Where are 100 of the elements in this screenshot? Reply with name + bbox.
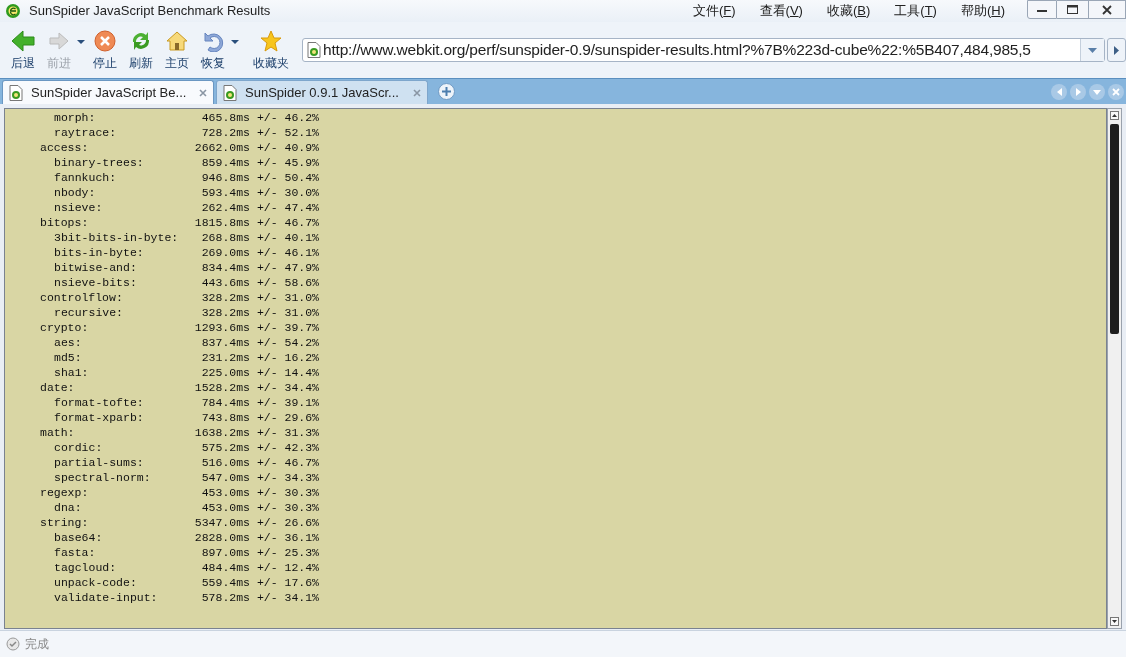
result-value: 834.4ms +/- 47.9% (200, 260, 319, 275)
result-name: aes: (53, 335, 83, 350)
arrow-left-icon (11, 29, 35, 52)
check-circle-icon (6, 637, 20, 651)
result-value: 225.0ms +/- 14.4% (200, 365, 319, 380)
menu-item[interactable]: 文件(F) (692, 1, 736, 21)
address-bar[interactable]: http://www.webkit.org/perf/sunspider-0.9/sunspider-results.html?%7B%223d-cube%22:%5B407,484,985,5 (302, 38, 1105, 62)
page-icon (9, 84, 23, 101)
result-name: dna: (53, 500, 83, 515)
toolbar-button[interactable]: 后退 (6, 28, 40, 72)
result-value: 559.4ms +/- 17.6% (200, 575, 319, 590)
toolbar-button[interactable]: 刷新 (124, 28, 158, 72)
scroll-down-icon (1110, 617, 1119, 626)
close-button[interactable] (1088, 0, 1126, 19)
result-name: sha1: (53, 365, 90, 380)
scroll-up-icon (1110, 111, 1119, 120)
tab-label: SunSpider JavaScript Be... (31, 83, 188, 102)
result-value: 1528.2ms +/- 34.4% (193, 380, 319, 395)
result-name: spectral-norm: (53, 470, 152, 485)
result-name: 3bit-bits-in-byte: (53, 230, 180, 245)
close-icon (199, 88, 207, 97)
tab-scroll-left-button[interactable] (1051, 84, 1067, 100)
result-value: 897.0ms +/- 25.3% (200, 545, 319, 560)
menu-item[interactable]: 工具(T) (894, 1, 937, 21)
home-icon (166, 29, 188, 52)
tab-scroll-right-button[interactable] (1070, 84, 1086, 100)
close-icon (1102, 4, 1112, 15)
close-tab-button[interactable] (412, 87, 422, 98)
result-name: access: (39, 140, 90, 155)
result-value: 2828.0ms +/- 36.1% (193, 530, 319, 545)
result-name: base64: (53, 530, 104, 545)
tab-list-button[interactable] (1089, 84, 1105, 100)
result-value: 5347.0ms +/- 26.6% (193, 515, 319, 530)
caret-icon (1087, 47, 1097, 53)
result-name: format-xparb: (53, 410, 145, 425)
result-name: binary-trees: (53, 155, 145, 170)
result-name: nsieve: (53, 200, 104, 215)
result-name: regexp: (39, 485, 90, 500)
status-text: 完成 (25, 636, 49, 653)
maximize-button[interactable] (1057, 0, 1088, 19)
page-icon (223, 84, 237, 101)
minimize-button[interactable] (1027, 0, 1057, 19)
toolbar-button[interactable]: 停止 (88, 28, 122, 72)
result-value: 453.0ms +/- 30.3% (200, 500, 319, 515)
arrow-right-icon (1113, 45, 1119, 55)
result-value: 946.8ms +/- 50.4% (200, 170, 319, 185)
browser-logo-icon (5, 3, 21, 19)
result-name: unpack-code: (53, 575, 138, 590)
result-value: 328.2ms +/- 31.0% (200, 290, 319, 305)
result-value: 443.6ms +/- 58.6% (200, 275, 319, 290)
result-name: controlflow: (39, 290, 124, 305)
result-value: 578.2ms +/- 34.1% (200, 590, 319, 605)
toolbar-button[interactable]: 主页 (160, 28, 194, 72)
result-value: 465.8ms +/- 46.2% (200, 110, 319, 125)
result-value: 516.0ms +/- 46.7% (200, 455, 319, 470)
toolbar-button[interactable]: 收藏夹 (248, 28, 294, 72)
address-text: http://www.webkit.org/perf/sunspider-0.9/sunspider-results.html?%7B%223d-cube%22:%5B407,484,985,5 (323, 40, 1032, 61)
menu-item[interactable]: 收藏(B) (826, 1, 871, 21)
result-value: 547.0ms +/- 34.3% (200, 470, 319, 485)
result-name: bitops: (39, 215, 90, 230)
close-icon (1112, 88, 1120, 96)
new-tab-button[interactable] (438, 83, 455, 100)
close-tab-button[interactable] (198, 87, 208, 98)
result-name: md5: (53, 350, 83, 365)
browser-tab[interactable]: SunSpider 0.9.1 JavaScr... (216, 80, 428, 104)
result-name: string: (39, 515, 90, 530)
result-name: cordic: (53, 440, 104, 455)
address-dropdown-button[interactable] (1079, 39, 1104, 61)
arrow-right-icon (1075, 88, 1081, 96)
result-name: morph: (53, 110, 97, 125)
scroll-thumb[interactable] (1110, 124, 1119, 334)
close-tab-button[interactable] (1108, 84, 1124, 100)
stop-icon (94, 29, 116, 52)
toolbar-button[interactable]: 恢复 (196, 28, 230, 72)
browser-tab[interactable]: SunSpider JavaScript Be... (2, 80, 214, 104)
result-value: 1638.2ms +/- 31.3% (193, 425, 319, 440)
result-value: 328.2ms +/- 31.0% (200, 305, 319, 320)
result-value: 484.4ms +/- 12.4% (200, 560, 319, 575)
maximize-icon (1067, 5, 1078, 14)
result-name: raytrace: (53, 125, 118, 140)
result-value: 1815.8ms +/- 46.7% (193, 215, 319, 230)
result-name: fasta: (53, 545, 97, 560)
arrow-left-icon (1056, 88, 1062, 96)
menu-item[interactable]: 帮助(H) (960, 1, 1005, 21)
result-value: 575.2ms +/- 42.3% (200, 440, 319, 455)
window-title: SunSpider JavaScript Benchmark Results (29, 2, 271, 21)
result-value: 1293.6ms +/- 39.7% (193, 320, 319, 335)
result-name: recursive: (53, 305, 124, 320)
result-name: bitwise-and: (53, 260, 138, 275)
result-name: tagcloud: (53, 560, 118, 575)
result-name: date: (39, 380, 76, 395)
result-value: 728.2ms +/- 52.1% (200, 125, 319, 140)
result-value: 231.2ms +/- 16.2% (200, 350, 319, 365)
menu-item[interactable]: 查看(V) (759, 1, 803, 21)
scrollbar[interactable] (1107, 108, 1122, 629)
result-value: 743.8ms +/- 29.6% (200, 410, 319, 425)
result-value: 269.0ms +/- 46.1% (200, 245, 319, 260)
go-button[interactable] (1106, 38, 1126, 62)
result-name: fannkuch: (53, 170, 118, 185)
dropdown-button[interactable] (230, 37, 240, 46)
